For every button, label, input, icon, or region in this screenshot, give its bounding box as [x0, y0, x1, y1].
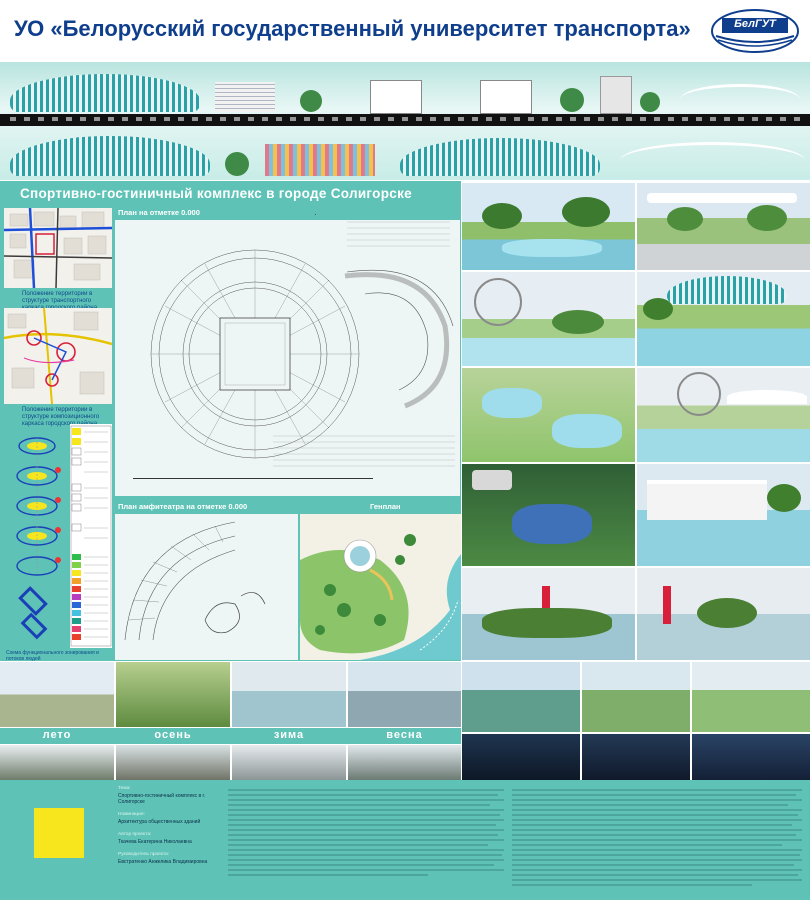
zoning-scheme: [4, 424, 70, 648]
building-section: [480, 80, 532, 114]
render-canopy-walk: [637, 183, 810, 270]
render-stands-pool: [637, 464, 810, 566]
render-stadium-pool: [637, 272, 810, 366]
composition-map: [4, 308, 112, 404]
hotel-facade: [215, 82, 275, 112]
render-lighthouse-lake: [637, 568, 810, 660]
render-lighthouse-island: [462, 568, 635, 660]
scheme-legend: [70, 424, 112, 648]
season-spring-day: [348, 662, 461, 727]
plan-room-list: [115, 220, 227, 250]
hotel-facade-colored: [265, 144, 375, 176]
supervisor-label: Руководитель проекта:: [118, 852, 170, 857]
tree: [640, 92, 660, 112]
render-park-day-3: [692, 662, 810, 732]
plan-sheet: [115, 206, 460, 496]
description-column-2: [512, 786, 804, 894]
facade-elevations: [0, 62, 810, 180]
amphitheatre-label: План амфитеатра на отметке 0.000: [118, 502, 248, 511]
canopy-facade: [680, 84, 800, 115]
author-value: Ткачева Екатерина Николаевна: [118, 839, 192, 845]
genplan-label: Генплан: [370, 502, 401, 511]
season-summer-day: [0, 662, 114, 727]
author-label: Автор проекта:: [118, 832, 152, 837]
section-markings: [10, 117, 800, 121]
render-night-1: [462, 734, 580, 780]
tree: [560, 88, 584, 112]
tree: [225, 152, 249, 176]
topic-label: Тема:: [118, 786, 131, 791]
nomination-value: Архитектура общественных зданий: [118, 819, 201, 825]
nomination-label: Номинация:: [118, 812, 145, 817]
stadium-facade: [400, 138, 600, 176]
genplan-map: [300, 500, 461, 660]
season-spring-label: весна: [386, 729, 423, 741]
color-swatch: [34, 808, 84, 858]
zoning-scheme-caption: Схема функционального зонирования и пото…: [6, 650, 99, 662]
building-section: [370, 80, 422, 114]
stadium-facade: [10, 74, 200, 112]
tree: [300, 90, 322, 112]
plan-0-label: План на отметке 0.000: [118, 208, 200, 217]
render-park-day-1: [462, 662, 580, 732]
university-title: УО «Белорусский государственный универси…: [14, 16, 691, 41]
render-night-3: [692, 734, 810, 780]
season-autumn-day: [116, 662, 230, 727]
stadium-facade: [10, 136, 210, 176]
canopy-facade: [620, 142, 805, 179]
render-aerial-pools: [462, 368, 635, 462]
season-spring-view: [348, 745, 461, 780]
amphitheatre-sheet: [115, 500, 298, 660]
render-ferris-canopy: [637, 368, 810, 462]
season-winter-label: зима: [273, 729, 305, 741]
description-column-1: [228, 786, 506, 894]
render-ferris-wheel: [462, 272, 635, 366]
render-aerial-night: [462, 464, 635, 566]
supervisor-value: Евстратенко Анжелика Владимировна: [118, 859, 208, 865]
season-summer-view: [0, 745, 114, 780]
render-night-2: [582, 734, 690, 780]
transport-map: [4, 208, 112, 288]
season-winter-day: [232, 662, 346, 727]
season-winter-view: [232, 745, 346, 780]
season-autumn-label: осень: [154, 729, 192, 741]
season-autumn-view: [116, 745, 230, 780]
university-logo: БелГУТ: [710, 8, 800, 54]
render-pool-park: [462, 183, 635, 270]
project-title: Спортивно-гостиничный комплекс в городе …: [20, 186, 412, 201]
season-summer-label: лето: [42, 729, 72, 741]
topic-value: Спортивно-гостиничный комплекс в г. Соли…: [118, 793, 206, 805]
render-park-day-2: [582, 662, 690, 732]
tower-facade: [600, 76, 632, 114]
logo-text: БелГУТ: [734, 18, 776, 30]
